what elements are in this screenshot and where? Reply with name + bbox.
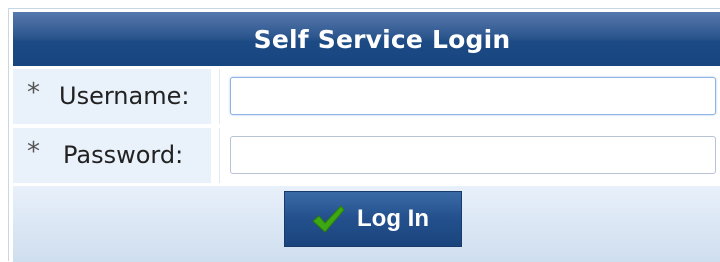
required-marker: * (27, 137, 40, 167)
login-footer: Log In (13, 186, 720, 262)
login-header: Self Service Login (13, 12, 720, 66)
checkmark-icon (312, 205, 345, 233)
login-button[interactable]: Log In (284, 191, 462, 247)
login-panel: Self Service Login * Username: * Passwor… (8, 8, 720, 262)
username-label: Username: (59, 82, 190, 110)
password-label-cell: * Password: (13, 128, 213, 183)
login-button-label: Log In (357, 205, 429, 232)
username-row: * Username: (13, 69, 720, 124)
username-field-cell (219, 69, 720, 124)
password-row: * Password: (13, 128, 720, 183)
password-label: Password: (63, 141, 184, 169)
required-marker: * (27, 78, 40, 108)
username-label-cell: * Username: (13, 69, 213, 124)
password-field-cell (219, 128, 720, 183)
login-title: Self Service Login (253, 24, 511, 54)
username-input[interactable] (230, 77, 716, 115)
password-input[interactable] (230, 136, 716, 174)
